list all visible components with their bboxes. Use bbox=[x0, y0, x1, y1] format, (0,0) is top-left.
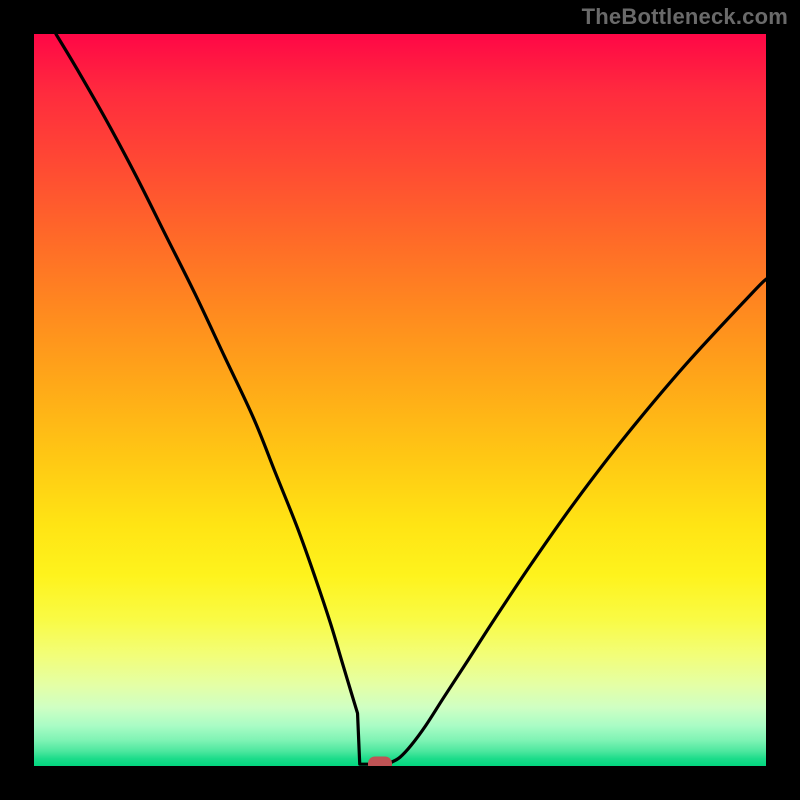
bottleneck-curve bbox=[56, 34, 766, 764]
optimum-marker bbox=[368, 757, 392, 766]
curve-layer bbox=[34, 34, 766, 766]
plot-area bbox=[34, 34, 766, 766]
chart-frame: TheBottleneck.com bbox=[0, 0, 800, 800]
watermark-text: TheBottleneck.com bbox=[582, 4, 788, 30]
